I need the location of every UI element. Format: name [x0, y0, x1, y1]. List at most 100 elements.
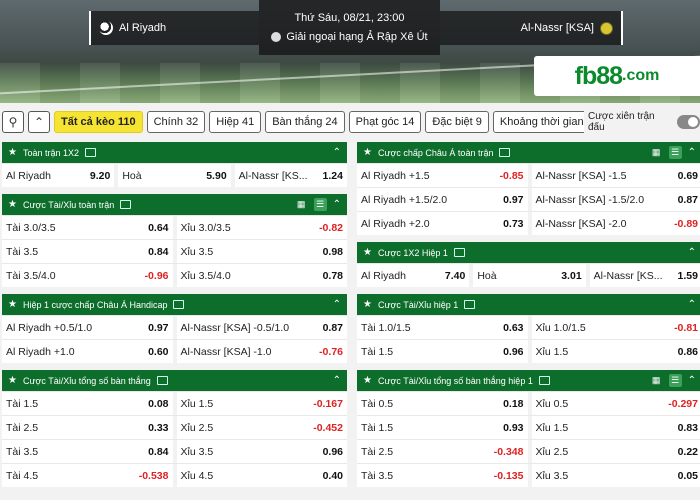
star-icon[interactable]: ★	[8, 147, 17, 158]
odds-cell[interactable]: Al Riyadh +1.5/2.0 0.97	[357, 188, 528, 211]
odds-cell[interactable]: Tài 4.5 -0.538	[2, 464, 173, 487]
odds-cell[interactable]: Xỉu 0.5 -0.297	[527, 392, 700, 415]
odds-cell[interactable]: Al Riyadh 7.40	[357, 264, 470, 287]
odds-value: 5.90	[206, 169, 227, 182]
odds-cell[interactable]: Al-Nassr [KS... 1.24	[230, 164, 347, 187]
odds-cell[interactable]: Tài 3.5 0.84	[2, 240, 173, 263]
odds-cell[interactable]: Tài 0.5 0.18	[357, 392, 528, 415]
parlay-toggle[interactable]	[676, 115, 700, 129]
odds-cell[interactable]: Al Riyadh +0.5/1.0 0.97	[2, 316, 173, 339]
odds-cell[interactable]: Xỉu 1.0/1.5 -0.81	[527, 316, 700, 339]
grid-view-icon[interactable]: ▦	[295, 198, 308, 211]
selection-label: Al-Nassr [KSA] -1.0	[180, 345, 272, 358]
odds-cell[interactable]: Al-Nassr [KSA] -2.0 -0.89	[527, 212, 700, 235]
selection-label: Al Riyadh +1.5/2.0	[361, 193, 448, 206]
odds-cell[interactable]: Tài 1.5 0.96	[357, 340, 528, 363]
chevron-up-icon[interactable]: ⌃	[333, 199, 341, 210]
odds-cell[interactable]: Hoà 5.90	[114, 164, 231, 187]
chevron-up-icon[interactable]: ⌃	[688, 147, 696, 158]
tab-2[interactable]: Hiệp 41	[209, 111, 262, 133]
odds-value: 0.22	[677, 445, 698, 458]
selection-label: Tài 2.5	[361, 445, 394, 458]
chevron-up-icon[interactable]: ⌃	[333, 147, 341, 158]
odds-cell[interactable]: Xỉu 1.5 0.86	[527, 340, 700, 363]
odds-value: 0.86	[677, 345, 698, 358]
odds-row: Tài 2.5 0.33 Xỉu 2.5 -0.452	[2, 415, 347, 439]
star-icon[interactable]: ★	[363, 299, 372, 310]
tab-5[interactable]: Đặc biệt 9	[425, 111, 489, 133]
odds-cell[interactable]: Tài 3.5 -0.135	[357, 464, 528, 487]
odds-cell[interactable]: Tài 3.5/4.0 -0.96	[2, 264, 173, 287]
odds-cell[interactable]: Al-Nassr [KSA] -0.5/1.0 0.87	[172, 316, 347, 339]
star-icon[interactable]: ★	[8, 199, 17, 210]
odds-cell[interactable]: Hoà 3.01	[469, 264, 586, 287]
tab-4[interactable]: Phạt góc 14	[348, 111, 422, 133]
odds-cell[interactable]: Xỉu 3.5 0.98	[172, 240, 347, 263]
away-team-box: Al-Nassr [KSA]	[440, 11, 623, 45]
odds-cell[interactable]: Tài 1.5 0.93	[357, 416, 528, 439]
tab-1[interactable]: Chính 32	[146, 111, 206, 133]
market-panel-header[interactable]: ★ Hiệp 1 cược chấp Châu Á Handicap ⌃	[2, 294, 347, 315]
collapse-all-icon[interactable]: ⌃	[28, 111, 50, 133]
odds-cell[interactable]: Tài 2.5 0.33	[2, 416, 173, 439]
odds-cell[interactable]: Al Riyadh +2.0 0.73	[357, 212, 528, 235]
odds-value: 0.87	[677, 193, 698, 206]
market-panel-header[interactable]: ★ Cược 1X2 Hiệp 1 ⌃	[357, 242, 700, 263]
chevron-up-icon[interactable]: ⌃	[688, 299, 696, 310]
tab-0[interactable]: Tất cả kèo 110	[54, 111, 143, 133]
odds-cell[interactable]: Xỉu 3.0/3.5 -0.82	[172, 216, 347, 239]
odds-cell[interactable]: Al Riyadh 9.20	[2, 164, 115, 187]
chevron-up-icon[interactable]: ⌃	[333, 299, 341, 310]
market-panel-header[interactable]: ★ Cược Tài/Xỉu hiệp 1 ⌃	[357, 294, 700, 315]
league-row: Giải ngoại hạng Ả Rập Xê Út	[259, 31, 440, 43]
odds-cell[interactable]: Al-Nassr [KS... 1.59	[585, 264, 700, 287]
search-icon[interactable]: ⚲	[2, 111, 24, 133]
odds-cell[interactable]: Xỉu 4.5 0.40	[172, 464, 347, 487]
star-icon[interactable]: ★	[363, 375, 372, 386]
odds-cell[interactable]: Al-Nassr [KSA] -1.5 0.69	[527, 164, 700, 187]
star-icon[interactable]: ★	[363, 147, 372, 158]
odds-cell[interactable]: Tài 1.5 0.08	[2, 392, 173, 415]
odds-row: Al Riyadh +1.0 0.60 Al-Nassr [KSA] -1.0 -0.…	[2, 339, 347, 363]
odds-value: -0.89	[674, 217, 698, 230]
odds-cell[interactable]: Al Riyadh +1.0 0.60	[2, 340, 173, 363]
market-panel-header[interactable]: ★ Toàn trận 1X2 ⌃	[2, 142, 347, 163]
chevron-up-icon[interactable]: ⌃	[688, 247, 696, 258]
market-panel-header[interactable]: ★ Cược Tài/Xỉu tổng số bàn thắng hiệp 1 ▦ ☰…	[357, 370, 700, 391]
star-icon[interactable]: ★	[8, 375, 17, 386]
chevron-up-icon[interactable]: ⌃	[333, 375, 341, 386]
odds-value: 9.20	[89, 169, 111, 182]
column-view-icon[interactable]: ☰	[313, 198, 327, 211]
odds-cell[interactable]: Al-Nassr [KSA] -1.5/2.0 0.87	[527, 188, 700, 211]
odds-value: 0.97	[503, 193, 524, 206]
column-view-icon[interactable]: ☰	[668, 374, 682, 387]
stats-icon	[538, 376, 550, 385]
brand-logo[interactable]: fb88 .com	[534, 56, 700, 96]
odds-cell[interactable]: Tài 2.5 -0.348	[357, 440, 528, 463]
star-icon[interactable]: ★	[363, 247, 372, 258]
odds-cell[interactable]: Al Riyadh +1.5 -0.85	[357, 164, 528, 187]
odds-value: 0.96	[503, 345, 524, 358]
market-panel: ★ Cược Tài/Xỉu toàn trận ▦ ☰ ⌃ Tài 3.0/3.5 0.6…	[2, 194, 347, 287]
odds-cell[interactable]: Xỉu 1.5 0.83	[527, 416, 700, 439]
chevron-up-icon[interactable]: ⌃	[688, 375, 696, 386]
odds-cell[interactable]: Tài 1.0/1.5 0.63	[357, 316, 528, 339]
odds-cell[interactable]: Xỉu 3.5 0.96	[172, 440, 347, 463]
column-view-icon[interactable]: ☰	[668, 146, 682, 159]
star-icon[interactable]: ★	[8, 299, 17, 310]
market-panel-header[interactable]: ★ Cược chấp Châu Á toàn trận ▦ ☰ ⌃	[357, 142, 700, 163]
odds-cell[interactable]: Xỉu 1.5 -0.167	[172, 392, 347, 415]
odds-cell[interactable]: Xỉu 2.5 -0.452	[172, 416, 347, 439]
odds-cell[interactable]: Xỉu 3.5/4.0 0.78	[172, 264, 347, 287]
grid-view-icon[interactable]: ▦	[650, 374, 663, 387]
grid-view-icon[interactable]: ▦	[650, 146, 663, 159]
odds-value: 0.84	[148, 445, 169, 458]
odds-cell[interactable]: Al-Nassr [KSA] -1.0 -0.76	[172, 340, 347, 363]
market-panel-header[interactable]: ★ Cược Tài/Xỉu tổng số bàn thắng ⌃	[2, 370, 347, 391]
market-panel-header[interactable]: ★ Cược Tài/Xỉu toàn trận ▦ ☰ ⌃	[2, 194, 347, 215]
odds-cell[interactable]: Tài 3.0/3.5 0.64	[2, 216, 173, 239]
odds-cell[interactable]: Xỉu 2.5 0.22	[527, 440, 700, 463]
odds-cell[interactable]: Tài 3.5 0.84	[2, 440, 173, 463]
tab-3[interactable]: Bàn thắng 24	[265, 111, 345, 133]
odds-cell[interactable]: Xỉu 3.5 0.05	[527, 464, 700, 487]
